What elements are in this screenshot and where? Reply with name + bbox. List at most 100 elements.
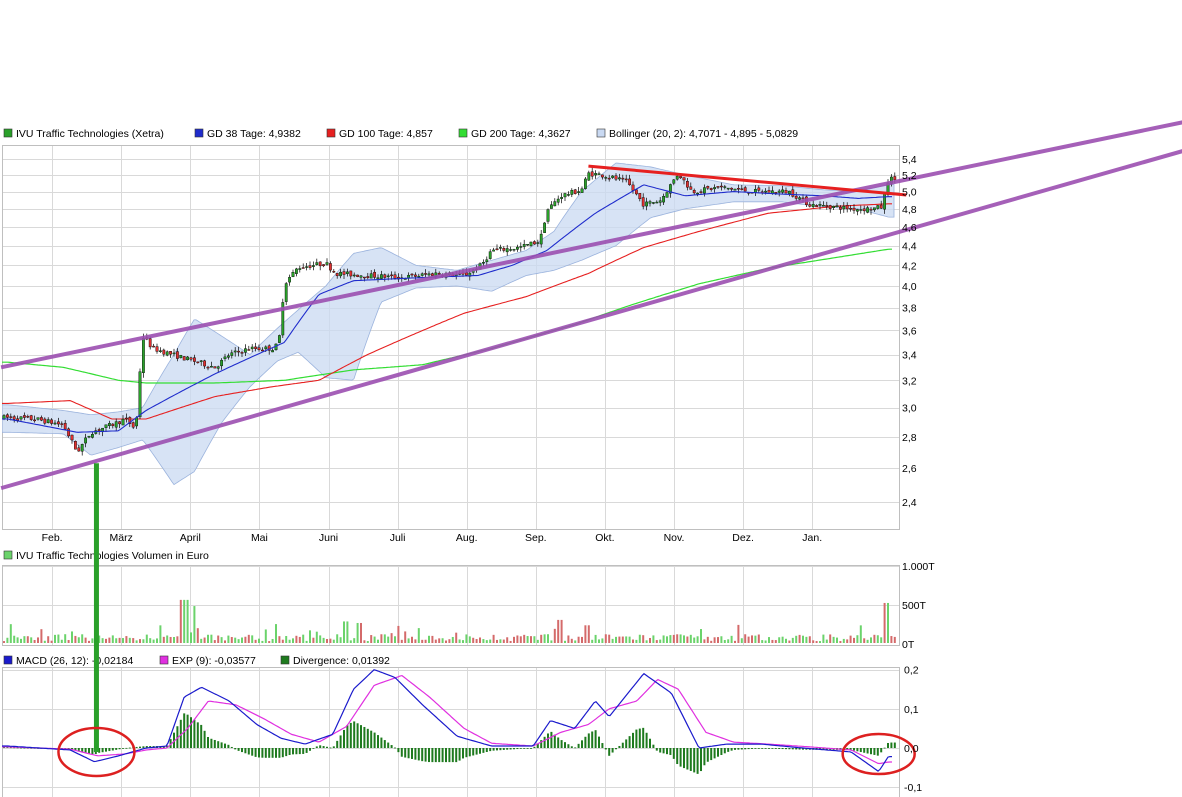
volume-bar	[839, 641, 842, 643]
candle-body	[356, 274, 359, 277]
candle-body	[257, 347, 261, 350]
candle-body	[237, 350, 240, 353]
candle-body	[5, 414, 9, 418]
divergence-bar	[84, 748, 87, 753]
candle-body	[240, 352, 244, 354]
candle-body	[19, 416, 23, 420]
volume-bar	[747, 636, 750, 643]
volume-bar	[717, 637, 719, 643]
volume-bar	[683, 635, 685, 643]
divergence-bar	[445, 748, 447, 763]
volume-bar	[642, 635, 645, 643]
divergence-bar	[686, 748, 689, 770]
volume-bar	[162, 636, 165, 643]
volume-bar	[268, 641, 271, 643]
candle-body	[298, 268, 302, 270]
candle-body	[699, 191, 703, 193]
divergence-bar	[632, 732, 634, 748]
volume-bar	[689, 634, 692, 643]
volume-bar	[383, 634, 386, 643]
candle-body	[883, 193, 887, 210]
divergence-bar	[502, 748, 505, 750]
divergence-bar	[380, 737, 383, 748]
volume-bar	[876, 635, 879, 643]
candle-body	[199, 360, 203, 362]
volume-bar	[207, 634, 209, 643]
legend-label: GD 200 Tage: 4,3627	[471, 128, 571, 140]
volume-bar	[407, 638, 410, 643]
divergence-bar	[292, 748, 294, 755]
divergence-bar	[727, 748, 730, 752]
divergence-bar	[676, 748, 679, 765]
candle-body	[322, 264, 325, 267]
candle-body	[648, 201, 652, 204]
divergence-bar	[628, 736, 631, 748]
divergence-bar	[509, 748, 512, 750]
divergence-bar	[591, 731, 594, 748]
volume-bar	[264, 629, 267, 643]
divergence-bar	[329, 747, 332, 749]
y-tick-label: 0,1	[904, 704, 919, 716]
candle-body	[172, 352, 176, 355]
candle-body	[186, 356, 189, 361]
volume-bar	[196, 628, 199, 643]
divergence-bar	[455, 748, 458, 763]
candle-body	[638, 193, 642, 200]
divergence-bar	[598, 736, 600, 748]
divergence-bar	[587, 733, 590, 748]
candle-body	[329, 263, 332, 271]
volume-bar	[217, 635, 220, 643]
volume-bar	[241, 637, 243, 643]
divergence-bar	[519, 748, 522, 749]
y-tick-label: 4,2	[902, 260, 917, 272]
candle-body	[36, 417, 40, 420]
divergence-bar	[421, 748, 424, 762]
candle-body	[703, 187, 706, 194]
divergence-bar	[305, 748, 308, 753]
stock-chart: IVU Traffic Technologies (Xetra) GD 38 Ta…	[0, 120, 1182, 797]
divergence-bar	[553, 734, 556, 748]
volume-bar	[203, 637, 206, 643]
volume-bar	[706, 636, 709, 643]
volume-bar	[166, 635, 169, 643]
volume-bar	[26, 636, 29, 643]
candle-body	[563, 193, 567, 198]
candle-body	[893, 176, 897, 181]
divergence-bar	[479, 748, 481, 754]
volume-bar	[118, 637, 121, 643]
candle-body	[278, 335, 281, 343]
x-tick-label: März	[110, 532, 133, 544]
volume-bar	[60, 639, 63, 643]
divergence-bar	[411, 748, 413, 759]
candle-body	[505, 248, 509, 253]
divergence-bar	[356, 723, 359, 748]
volume-bar	[557, 619, 560, 643]
divergence-bar	[224, 743, 226, 748]
candle-body	[158, 350, 162, 352]
legend-swatch	[3, 550, 13, 560]
candle-body	[73, 441, 77, 450]
volume-bar	[540, 634, 543, 643]
volume-bar	[506, 637, 509, 643]
volume-bar	[91, 638, 94, 643]
divergence-bar	[237, 748, 240, 751]
volume-bar	[482, 639, 485, 643]
divergence-bar	[700, 748, 702, 772]
divergence-bar	[91, 748, 94, 755]
volume-bar	[6, 637, 9, 643]
candle-body	[658, 200, 662, 203]
candle-body	[261, 349, 264, 352]
volume-bar	[553, 628, 556, 643]
candle-body	[546, 209, 550, 222]
divergence-bar	[186, 714, 189, 748]
divergence-bar	[441, 748, 444, 763]
candle-body	[621, 177, 625, 180]
divergence-bar	[567, 744, 570, 748]
y-tick-label: 4,0	[902, 281, 917, 293]
volume-bar	[251, 635, 254, 643]
y-tick-label: 5,2	[902, 170, 917, 182]
y-tick-label: 3,8	[902, 303, 917, 315]
candle-body	[60, 423, 64, 425]
candle-body	[607, 177, 611, 180]
volume-bar	[791, 637, 794, 643]
